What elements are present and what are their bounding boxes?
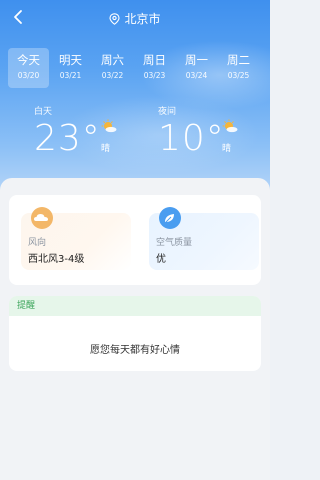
reminder-card: 提醒 愿您每天都有好心情 [9,296,261,371]
reminder-message: 愿您每天都有好心情 [90,345,180,356]
content-panel: 风向 西北风3-4级 空气质量 优 提醒 愿您每天都有好心情 [0,178,270,480]
tab-day-4[interactable]: 周一 03/24 [176,48,217,88]
tab-day-3[interactable]: 周日 03/23 [134,48,175,88]
day-date: 03/22 [101,71,124,80]
location-name: 北京市 [124,12,161,26]
sun-cloud-icon [222,119,238,133]
tab-day-2[interactable]: 周六 03/22 [92,48,133,88]
day-date: 03/24 [185,71,208,80]
tab-day-5[interactable]: 周二 03/25 [218,48,259,88]
day-label: 白天 [34,107,53,117]
leaf-icon [159,207,181,229]
air-quality-card: 空气质量 优 [149,207,259,270]
air-quality-label: 空气质量 [156,238,193,248]
cloud-icon [31,207,53,229]
day-date: 03/21 [59,71,82,80]
day-condition: 晴 [101,144,111,154]
day-date: 03/25 [227,71,250,80]
reminder-title: 提醒 [9,296,261,316]
day-name: 周六 [101,53,124,67]
tab-day-1[interactable]: 明天 03/21 [50,48,91,88]
location-pin-icon [109,13,121,25]
night-weather: 夜间 10° [158,104,225,157]
day-name: 明天 [59,53,82,67]
day-name: 周日 [143,53,166,67]
day-name: 周一 [185,53,208,67]
day-weather: 白天 23° [34,104,101,157]
wind-label: 风向 [28,238,47,248]
day-name: 今天 [17,53,40,67]
info-cards: 风向 西北风3-4级 空气质量 优 [9,195,261,285]
night-label: 夜间 [158,107,177,117]
day-name: 周二 [227,53,250,67]
day-date: 03/23 [143,71,166,80]
location-title[interactable]: 北京市 [0,10,270,27]
top-bar: 北京市 [0,0,270,36]
wind-card: 风向 西北风3-4级 [21,207,131,270]
day-tabs: 今天 03/20 明天 03/21 周六 03/22 周日 03/23 周一 0… [8,48,278,90]
day-temperature: 23° [34,118,101,159]
tab-day-0[interactable]: 今天 03/20 [8,48,49,88]
day-date: 03/20 [17,71,40,80]
air-quality-value: 优 [156,254,166,265]
night-condition: 晴 [222,144,232,154]
sun-cloud-icon [101,119,117,133]
wind-value: 西北风3-4级 [28,254,85,265]
night-temperature: 10° [158,118,225,159]
